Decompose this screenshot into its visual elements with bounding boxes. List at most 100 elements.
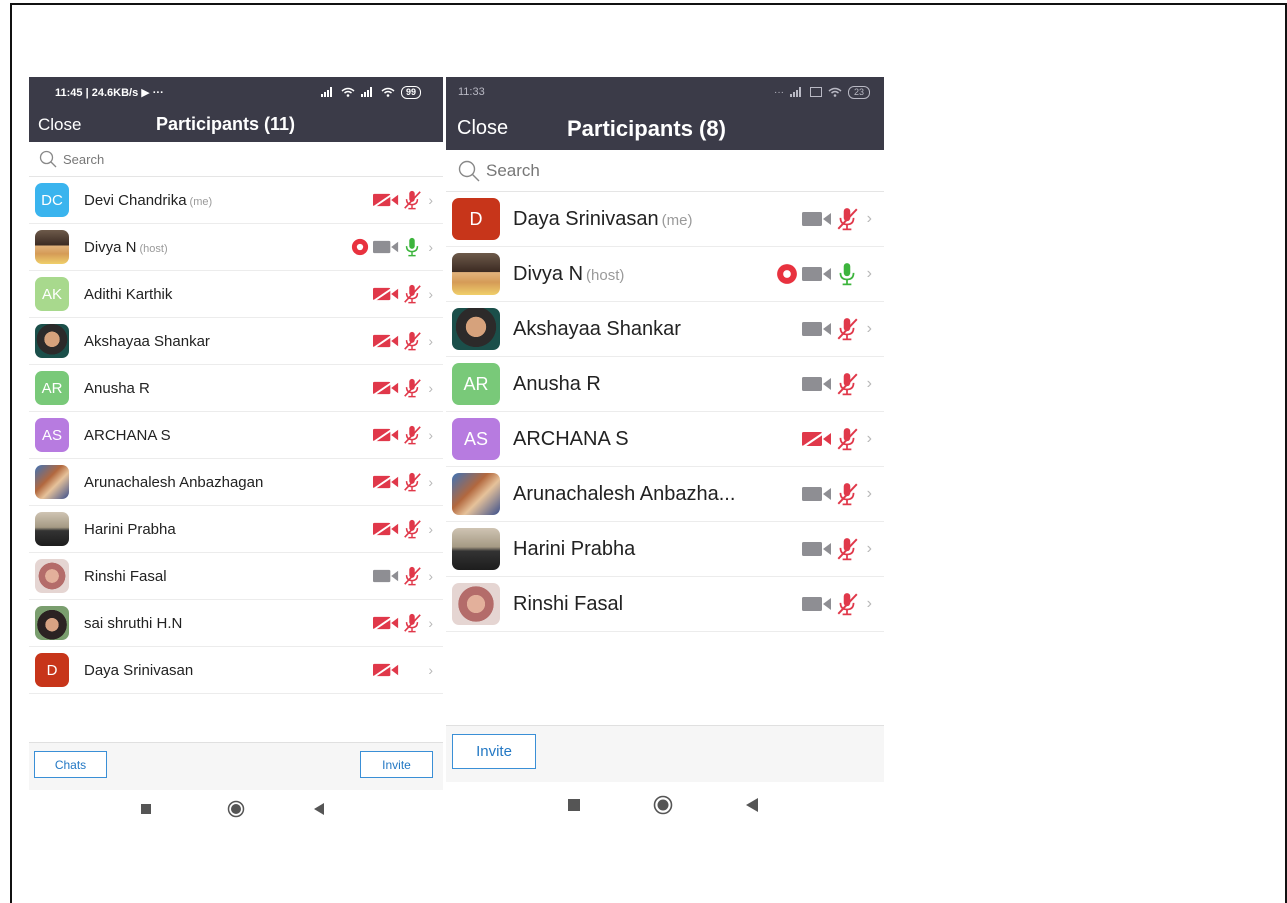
participant-name: Devi Chandrika (me) xyxy=(84,192,212,209)
microphone-muted-icon xyxy=(404,519,422,539)
participant-row[interactable]: Divya N (host) › xyxy=(446,247,884,302)
participant-name: Divya N (host) xyxy=(513,263,624,286)
participant-row[interactable]: AR Anusha R › xyxy=(446,357,884,412)
video-off-icon xyxy=(373,333,399,349)
search-placeholder: Search xyxy=(63,151,105,167)
participant-status-icons: › xyxy=(373,613,433,633)
participant-row[interactable]: Rinshi Fasal › xyxy=(29,553,443,600)
chevron-right-icon: › xyxy=(428,333,433,349)
video-off-icon xyxy=(373,474,399,490)
participant-row[interactable]: AS ARCHANA S › xyxy=(29,412,443,459)
chats-button[interactable]: Chats xyxy=(34,751,107,778)
participant-name: Rinshi Fasal xyxy=(84,568,167,585)
participant-row[interactable]: Arunachalesh Anbazhagan › xyxy=(29,459,443,506)
chevron-right-icon: › xyxy=(428,192,433,208)
participant-row[interactable]: Divya N (host) › xyxy=(29,224,443,271)
participant-name: Anusha R xyxy=(84,380,150,397)
participant-row[interactable]: Akshayaa Shankar › xyxy=(446,302,884,357)
avatar-initials: AR xyxy=(452,363,500,405)
participant-name-text: sai shruthi H.N xyxy=(84,614,183,632)
participant-name: Arunachalesh Anbazha... xyxy=(513,483,735,506)
participant-row[interactable]: AR Anusha R › xyxy=(29,365,443,412)
avatar-photo xyxy=(452,528,500,570)
status-bar: 11:33 ··· 23 xyxy=(446,77,884,107)
participant-status-icons: › xyxy=(373,425,433,445)
back-triangle-icon[interactable] xyxy=(746,797,758,812)
participant-name-text: Arunachalesh Anbazhagan xyxy=(84,473,264,491)
participant-name-text: Anusha R xyxy=(84,379,150,397)
status-right: 99 xyxy=(320,85,421,99)
home-circle-icon[interactable] xyxy=(227,800,245,818)
participant-row[interactable]: Rinshi Fasal › xyxy=(446,577,884,632)
dots-icon: ··· xyxy=(773,86,784,98)
participant-role-tag: (host) xyxy=(139,242,168,255)
participant-status-icons: › xyxy=(801,372,872,396)
microphone-muted-icon xyxy=(837,318,858,341)
participant-status-icons: › xyxy=(776,262,872,286)
home-circle-icon[interactable] xyxy=(653,795,673,815)
title-bar: Close Participants (11) xyxy=(29,107,443,142)
chevron-right-icon: › xyxy=(866,430,872,447)
microphone-muted-icon xyxy=(837,593,858,616)
participant-name-text: Arunachalesh Anbazha... xyxy=(513,482,736,505)
invite-button[interactable]: Invite xyxy=(452,734,536,769)
participant-name-text: Harini Prabha xyxy=(84,520,176,538)
participant-row[interactable]: D Daya Srinivasan (me) › xyxy=(446,192,884,247)
search-input[interactable]: Search xyxy=(446,150,884,192)
video-off-icon xyxy=(373,662,399,678)
participant-name-text: Akshayaa Shankar xyxy=(84,332,210,350)
wifi-icon xyxy=(381,87,395,97)
participant-name-text: Divya N xyxy=(513,262,584,285)
chevron-right-icon: › xyxy=(428,615,433,631)
participant-status-icons: › xyxy=(801,482,872,506)
avatar-photo xyxy=(35,324,69,358)
close-button[interactable]: Close xyxy=(457,117,508,140)
recents-square-icon[interactable] xyxy=(568,798,580,811)
recents-square-icon[interactable] xyxy=(141,803,151,814)
video-off-icon xyxy=(373,615,399,631)
video-off-icon xyxy=(801,430,831,448)
android-nav-bar xyxy=(29,790,443,827)
microphone-muted-icon xyxy=(404,566,422,586)
invite-button[interactable]: Invite xyxy=(360,751,433,778)
chevron-right-icon: › xyxy=(428,380,433,396)
video-camera-icon xyxy=(801,377,831,391)
chevron-right-icon: › xyxy=(428,521,433,537)
avatar-initials: AS xyxy=(452,418,500,460)
chevron-right-icon: › xyxy=(866,540,872,557)
search-placeholder: Search xyxy=(486,160,540,180)
participant-row[interactable]: Harini Prabha › xyxy=(29,506,443,553)
participant-row[interactable]: Harini Prabha › xyxy=(446,522,884,577)
participant-status-icons: › xyxy=(801,317,872,341)
participant-name: Daya Srinivasan (me) xyxy=(513,208,692,231)
search-input[interactable]: Search xyxy=(29,142,443,177)
chevron-right-icon: › xyxy=(428,239,433,255)
wifi-icon xyxy=(341,87,355,97)
participant-row[interactable]: D Daya Srinivasan › xyxy=(29,647,443,694)
back-triangle-icon[interactable] xyxy=(314,802,324,815)
video-camera-icon xyxy=(801,267,831,281)
participant-row[interactable]: Arunachalesh Anbazha... › xyxy=(446,467,884,522)
microphone-icon xyxy=(839,263,855,286)
participant-status-icons: › xyxy=(373,472,433,492)
participant-row[interactable]: AS ARCHANA S › xyxy=(446,412,884,467)
close-button[interactable]: Close xyxy=(38,115,81,135)
microphone-muted-icon xyxy=(837,538,858,561)
participant-row[interactable]: DC Devi Chandrika (me) › xyxy=(29,177,443,224)
participant-name-text: Rinshi Fasal xyxy=(513,592,624,615)
participant-row[interactable]: AK Adithi Karthik › xyxy=(29,271,443,318)
participant-name: Adithi Karthik xyxy=(84,286,172,303)
recording-icon xyxy=(776,264,797,284)
participant-name-text: Akshayaa Shankar xyxy=(513,317,681,340)
chevron-right-icon: › xyxy=(866,375,872,392)
participant-name: Divya N (host) xyxy=(84,239,168,256)
chevron-right-icon: › xyxy=(428,662,433,678)
status-right: ··· 23 xyxy=(773,85,870,99)
participant-list: D Daya Srinivasan (me) › Divya N (host) › Aksha… xyxy=(446,192,884,632)
participant-name: sai shruthi H.N xyxy=(84,615,182,632)
microphone-muted-icon xyxy=(404,190,422,210)
participant-name: Anusha R xyxy=(513,373,601,396)
participant-row[interactable]: Akshayaa Shankar › xyxy=(29,318,443,365)
status-time-left: 11:45 | 24.6KB/s ▶ ··· xyxy=(55,86,164,99)
participant-row[interactable]: sai shruthi H.N › xyxy=(29,600,443,647)
